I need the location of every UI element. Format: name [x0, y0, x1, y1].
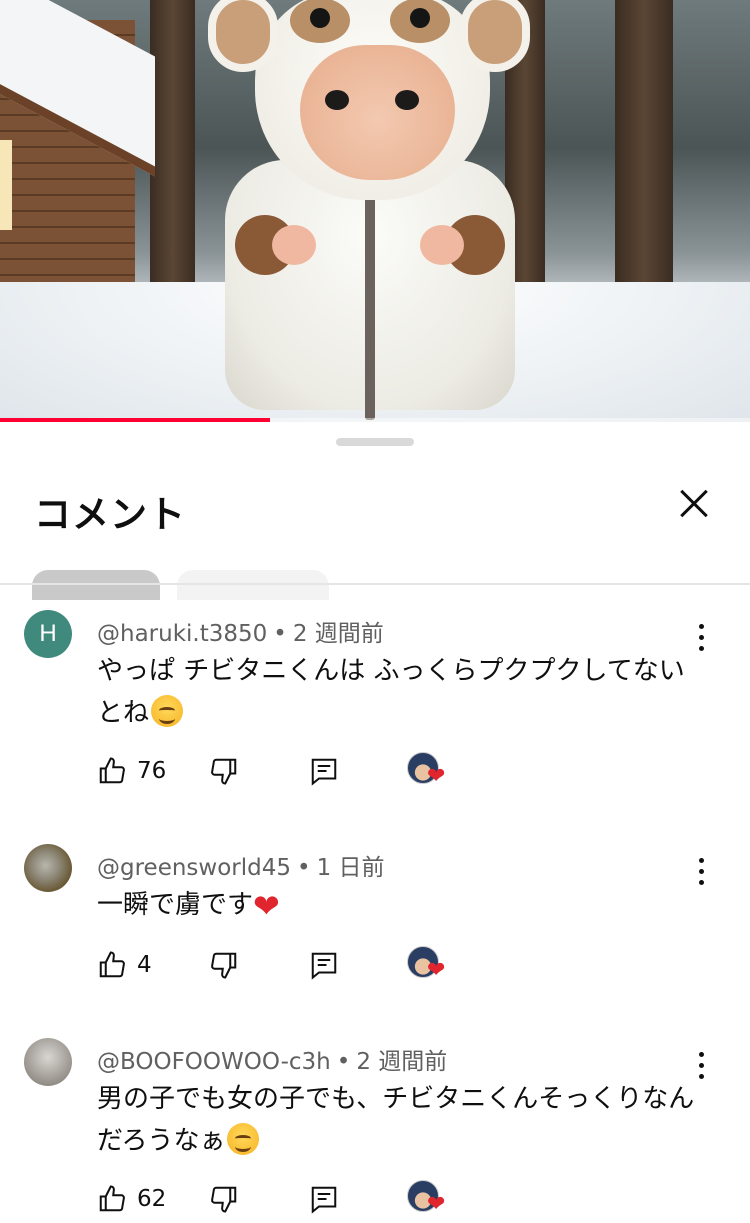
- cabin-window: [0, 140, 12, 230]
- heart-icon: ❤: [427, 764, 446, 789]
- hood-ear-left: [208, 0, 278, 72]
- like-icon[interactable]: [97, 950, 127, 986]
- comment-actions: 76 ❤: [97, 752, 657, 792]
- reply-icon[interactable]: [309, 1184, 339, 1220]
- like-icon[interactable]: [97, 756, 127, 792]
- comment-time: 1 日前: [316, 855, 385, 881]
- comment-text-content: やっぱ チビタニくんは ふっくらプクプクしてないとね: [97, 656, 685, 728]
- hood-eye-left: [290, 0, 350, 43]
- comment-time: 2 週間前: [292, 621, 384, 647]
- comment-actions: 4 ❤: [97, 946, 657, 986]
- comment-text: 一瞬で虜です❤: [97, 884, 697, 927]
- cabin-roof: [0, 0, 155, 177]
- right-hand: [420, 225, 464, 265]
- close-icon[interactable]: [670, 480, 718, 528]
- left-hand: [272, 225, 316, 265]
- dislike-icon[interactable]: [209, 950, 239, 986]
- sort-chip-newest[interactable]: [177, 570, 329, 600]
- sort-chip-top[interactable]: [32, 570, 160, 600]
- hood-eye-right: [390, 0, 450, 43]
- drag-handle[interactable]: [336, 438, 414, 446]
- baby-face: [300, 45, 455, 180]
- avatar[interactable]: [24, 844, 72, 892]
- baby-eye-right: [395, 90, 419, 110]
- comment-actions: 62 ❤: [97, 1180, 657, 1220]
- like-count: 4: [137, 952, 152, 978]
- video-player[interactable]: [0, 0, 750, 422]
- baby-eye-left: [325, 90, 349, 110]
- comment-author[interactable]: @haruki.t3850: [97, 621, 267, 647]
- reply-icon[interactable]: [309, 950, 339, 986]
- divider: [0, 583, 750, 585]
- meta-separator: •: [297, 855, 311, 881]
- red-heart-emoji: ❤: [253, 887, 280, 925]
- comment-text: やっぱ チビタニくんは ふっくらプクプクしてないとね: [97, 650, 697, 734]
- avatar[interactable]: H: [24, 610, 72, 658]
- smiling-face-emoji: [151, 695, 184, 727]
- creator-heart-badge: ❤: [407, 1180, 447, 1220]
- hood-ear-right: [460, 0, 530, 72]
- comment-meta: @haruki.t3850 • 2 週間前: [97, 614, 384, 648]
- avatar[interactable]: [24, 1038, 72, 1086]
- like-count: 76: [137, 758, 167, 784]
- comment-author[interactable]: @BOOFOOWOO-c3h: [97, 1049, 331, 1075]
- sheet-title: コメント: [34, 493, 186, 536]
- costume-zipper: [365, 190, 375, 420]
- smiling-face-emoji: [227, 1123, 260, 1155]
- like-count: 62: [137, 1186, 167, 1212]
- creator-heart-badge: ❤: [407, 946, 447, 986]
- comment-meta: @BOOFOOWOO-c3h • 2 週間前: [97, 1042, 447, 1076]
- reply-icon[interactable]: [309, 756, 339, 792]
- background-tree: [150, 0, 195, 300]
- heart-icon: ❤: [427, 1192, 446, 1217]
- comment-meta: @greensworld45 • 1 日前: [97, 848, 385, 882]
- comment-text: 男の子でも女の子でも、チビタニくんそっくりなんだろうなぁ: [97, 1078, 697, 1162]
- meta-separator: •: [273, 621, 287, 647]
- baby-in-costume: [208, 0, 530, 422]
- creator-heart-badge: ❤: [407, 752, 447, 792]
- dislike-icon[interactable]: [209, 756, 239, 792]
- heart-icon: ❤: [427, 958, 446, 983]
- dislike-icon[interactable]: [209, 1184, 239, 1220]
- comment-author[interactable]: @greensworld45: [97, 855, 291, 881]
- like-icon[interactable]: [97, 1184, 127, 1220]
- background-tree: [615, 0, 673, 330]
- meta-separator: •: [336, 1049, 351, 1075]
- comment-text-content: 一瞬で虜です: [97, 890, 254, 920]
- comment-text-content: 男の子でも女の子でも、チビタニくんそっくりなんだろうなぁ: [97, 1084, 695, 1156]
- cabin: [0, 0, 155, 320]
- comment-time: 2 週間前: [356, 1049, 448, 1075]
